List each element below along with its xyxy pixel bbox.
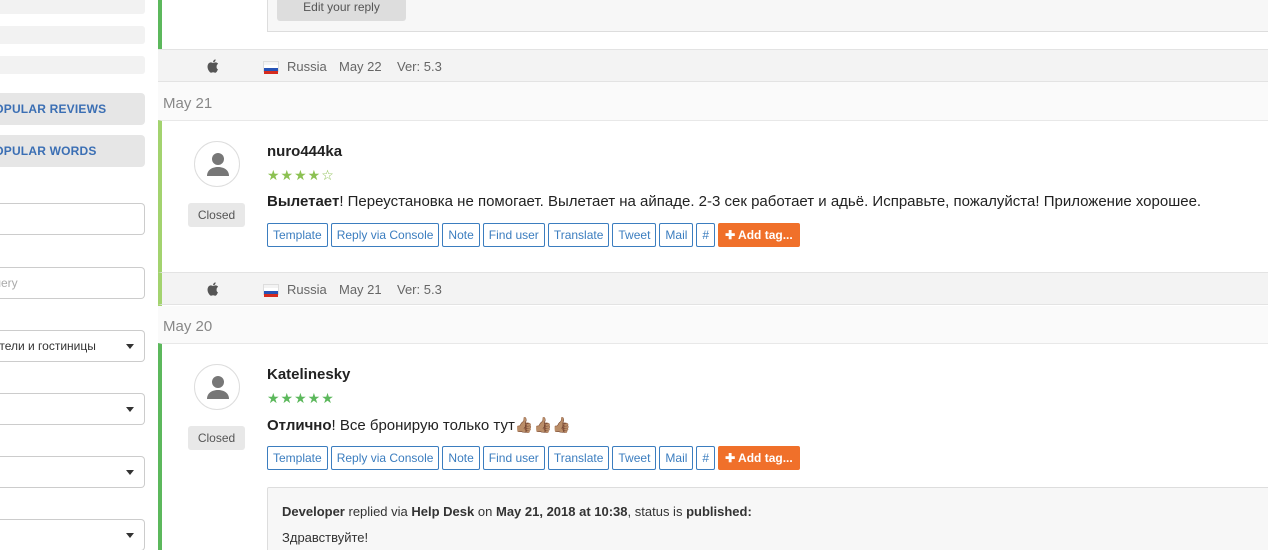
status-badge: Closed — [188, 426, 245, 450]
template-button[interactable]: Template — [267, 223, 328, 247]
review-author: nuro444ka — [267, 143, 343, 160]
popular-words-button[interactable]: POPULAR WORDS — [0, 135, 145, 167]
find-user-button[interactable]: Find user — [482, 446, 545, 470]
mail-button[interactable]: Mail — [659, 446, 694, 470]
app-version: Ver: 5.3 — [397, 59, 442, 74]
filter-select[interactable] — [0, 456, 145, 488]
search-input[interactable] — [0, 203, 145, 235]
star-rating: ★★★★☆ — [267, 167, 335, 184]
sidebar-bar — [0, 0, 145, 14]
chevron-down-icon — [126, 533, 134, 538]
find-user-button[interactable]: Find user — [482, 223, 545, 247]
review-meta-bar: Russia May 22 Ver: 5.3 — [158, 49, 1268, 82]
note-button[interactable]: Note — [442, 446, 480, 470]
day-header: May 21 — [163, 95, 213, 112]
chevron-down-icon — [126, 344, 134, 349]
mail-button[interactable]: Mail — [659, 223, 694, 247]
add-tag-button[interactable]: ✚ Add tag... — [718, 446, 800, 470]
review-text: Вылетает! Переустановка не помогает. Выл… — [267, 193, 1201, 210]
review-card: Closed Katelinesky ★★★★★ Отлично! Все бр… — [158, 343, 1268, 550]
review-actions: Template Reply via Console Note Find use… — [267, 223, 800, 247]
russia-flag-icon — [263, 61, 279, 74]
reply-on: on — [477, 504, 493, 519]
russia-flag-icon — [263, 284, 279, 297]
stars-filled: ★★★★★ — [267, 390, 335, 406]
reply-via-console-button[interactable]: Reply via Console — [330, 223, 440, 247]
apple-icon — [207, 282, 219, 296]
reply-author: Developer — [282, 504, 345, 519]
reply-status: published: — [686, 504, 752, 519]
note-button[interactable]: Note — [442, 223, 480, 247]
reply-box — [267, 0, 1268, 32]
avatar — [194, 364, 240, 410]
review-text: Отлично! Все бронирую только тут👍🏽👍🏽👍🏽 — [267, 416, 571, 434]
reply-body: Здравствуйте! — [282, 530, 369, 545]
day-header: May 20 — [163, 318, 213, 335]
filter-select[interactable] — [0, 393, 145, 425]
star-rating: ★★★★★ — [267, 390, 335, 407]
status-badge: Closed — [188, 203, 245, 227]
category-select[interactable]: Отели и гостиницы — [0, 330, 145, 362]
stars-empty: ☆ — [321, 167, 335, 183]
permalink-button[interactable]: # — [696, 446, 716, 470]
category-select-value: Отели и гостиницы — [0, 339, 96, 353]
reply-via-console-button[interactable]: Reply via Console — [330, 446, 440, 470]
sidebar-bar — [0, 56, 145, 74]
add-tag-button[interactable]: ✚ Add tag... — [718, 223, 800, 247]
sidebar-bar — [0, 26, 145, 44]
avatar — [194, 141, 240, 187]
review-country: Russia — [287, 59, 327, 74]
review-title: Вылетает — [267, 193, 340, 210]
tweet-button[interactable]: Tweet — [612, 446, 657, 470]
review-meta-bar: Russia May 21 Ver: 5.3 — [158, 272, 1268, 305]
review-author: Katelinesky — [267, 366, 351, 383]
template-button[interactable]: Template — [267, 446, 328, 470]
permalink-button[interactable]: # — [696, 223, 716, 247]
reply-date: May 21, 2018 at 10:38 — [495, 504, 628, 519]
user-icon — [207, 153, 229, 176]
chevron-down-icon — [126, 470, 134, 475]
translate-button[interactable]: Translate — [547, 446, 610, 470]
developer-reply-box: Developer replied via Help Desk on May 2… — [267, 487, 1268, 550]
reviews-feed: Edit your reply Russia May 22 Ver: 5.3 M… — [158, 0, 1268, 550]
reply-channel: Help Desk — [411, 504, 475, 519]
reply-header: Developer replied via Help Desk on May 2… — [282, 504, 752, 519]
reply-status-prefix: , status is — [627, 504, 683, 519]
review-date: May 22 — [339, 59, 382, 74]
user-icon — [207, 376, 229, 399]
chevron-down-icon — [126, 407, 134, 412]
filter-select[interactable] — [0, 519, 145, 550]
review-body: ! Все бронирую только тут👍🏽👍🏽👍🏽 — [331, 417, 571, 434]
stars-filled: ★★★★ — [267, 167, 322, 183]
review-body: ! Переустановка не помогает. Вылетает на… — [339, 193, 1202, 210]
edit-reply-button[interactable]: Edit your reply — [277, 0, 406, 21]
review-country: Russia — [287, 282, 327, 297]
tweet-button[interactable]: Tweet — [612, 223, 657, 247]
reply-via: replied via — [348, 504, 408, 519]
popular-reviews-button[interactable]: POPULAR REVIEWS — [0, 93, 145, 125]
app-version: Ver: 5.3 — [397, 282, 442, 297]
review-title: Отлично — [267, 417, 332, 434]
review-actions: Template Reply via Console Note Find use… — [267, 446, 800, 470]
query-input[interactable]: Query — [0, 267, 145, 299]
sidebar: POPULAR REVIEWS POPULAR WORDS Query Отел… — [0, 0, 150, 550]
review-date: May 21 — [339, 282, 382, 297]
apple-icon — [207, 59, 219, 73]
translate-button[interactable]: Translate — [547, 223, 610, 247]
